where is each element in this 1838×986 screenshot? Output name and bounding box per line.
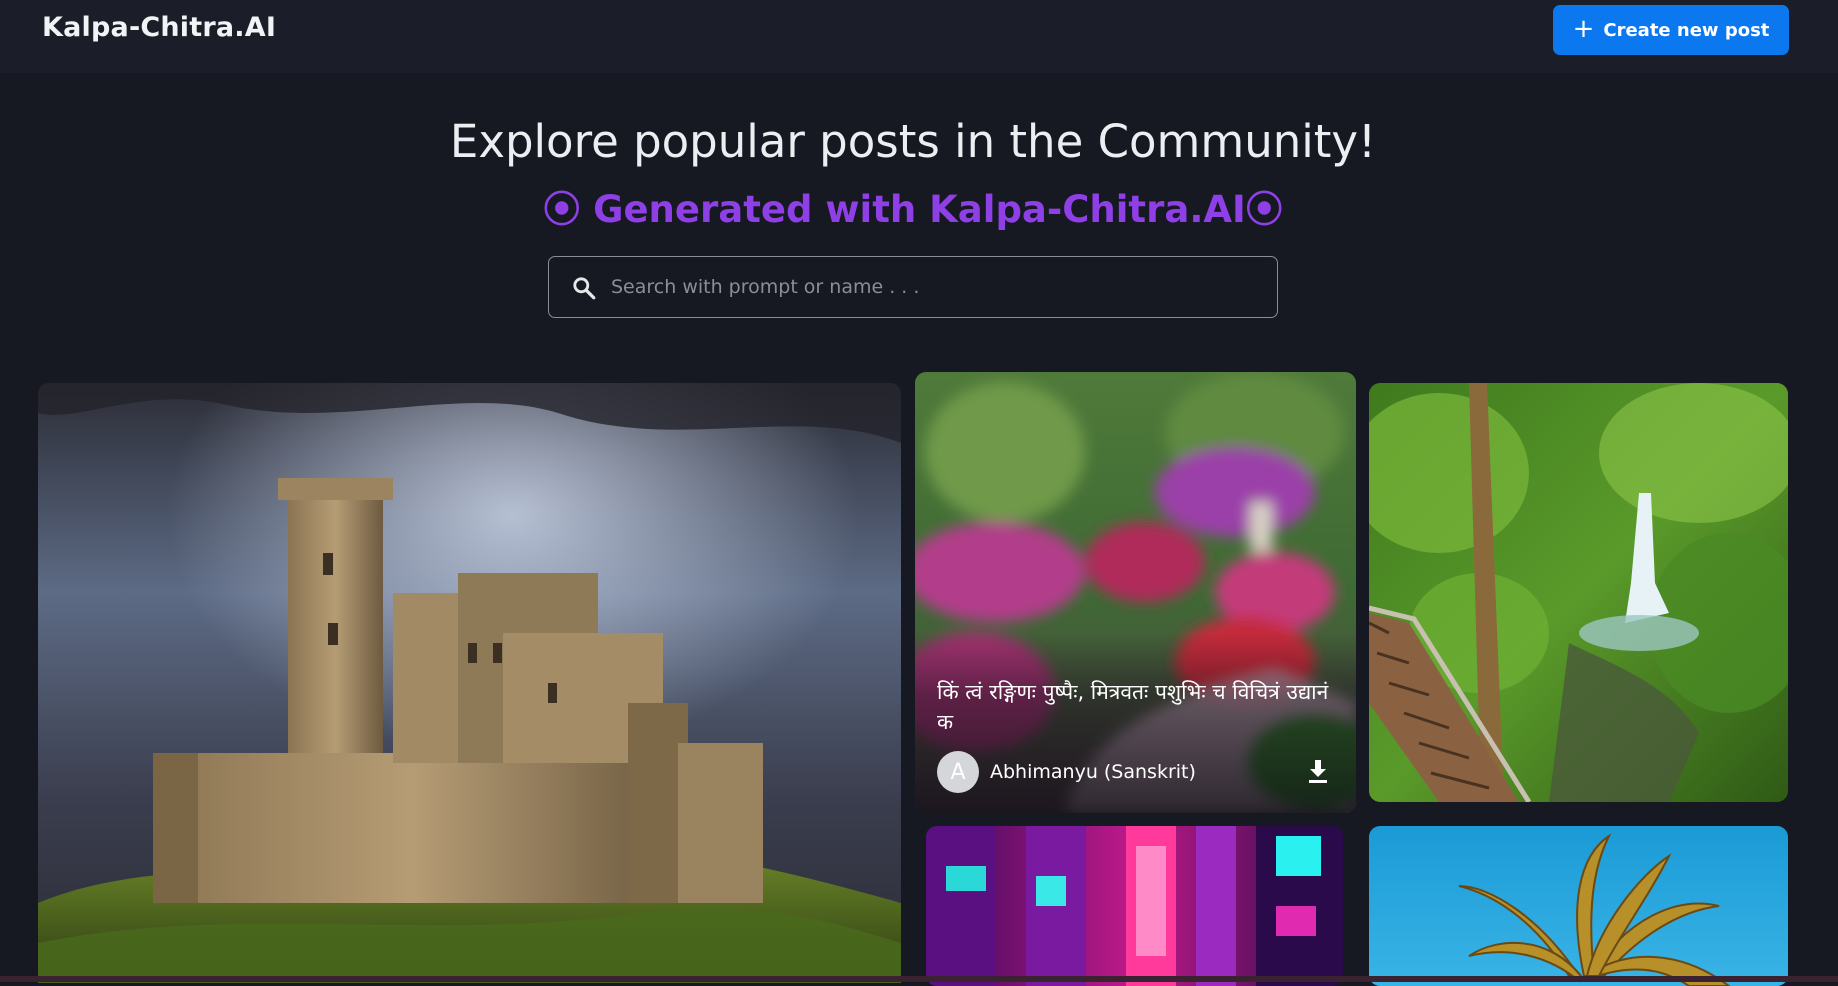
plus-icon: +: [1572, 14, 1595, 44]
create-new-post-label: Create new post: [1603, 19, 1770, 41]
search-input[interactable]: [609, 265, 1259, 309]
page-subtitle: ⦿ Generated with Kalpa-Chitra.AI⦿: [543, 188, 1283, 231]
search-icon: [573, 277, 596, 300]
create-new-post-button[interactable]: + Create new post: [1553, 5, 1789, 55]
download-button[interactable]: [1302, 756, 1334, 788]
download-icon: [1309, 760, 1327, 783]
post-author-row: A Abhimanyu (Sanskrit): [937, 751, 1334, 793]
post-card[interactable]: [1369, 826, 1788, 986]
post-image-castle: [38, 383, 901, 983]
post-card[interactable]: [1369, 383, 1788, 802]
avatar: A: [937, 751, 979, 793]
post-image-waterfall: [1369, 383, 1788, 802]
post-image-palm-tree: [1369, 826, 1788, 986]
post-card[interactable]: [38, 383, 901, 983]
post-prompt: किं त्वं रङ्गिणः पुष्पैः, मित्रवतः पशुभि…: [937, 680, 1329, 734]
post-image-neon-city: [926, 826, 1343, 986]
site-logo[interactable]: Kalpa-Chitra.AI: [42, 12, 276, 43]
page-bottom-edge: [0, 976, 1838, 982]
post-card[interactable]: [926, 826, 1343, 986]
post-author-name: Abhimanyu (Sanskrit): [990, 761, 1196, 783]
search-bar: [548, 256, 1278, 318]
post-card[interactable]: किं त्वं रङ्गिणः पुष्पैः, मित्रवतः पशुभि…: [915, 372, 1356, 813]
page-title: Explore popular posts in the Community!: [449, 115, 1377, 168]
top-navbar: Kalpa-Chitra.AI + Create new post: [0, 0, 1838, 73]
post-overlay: किं त्वं रङ्गिणः पुष्पैः, मित्रवतः पशुभि…: [915, 633, 1356, 813]
